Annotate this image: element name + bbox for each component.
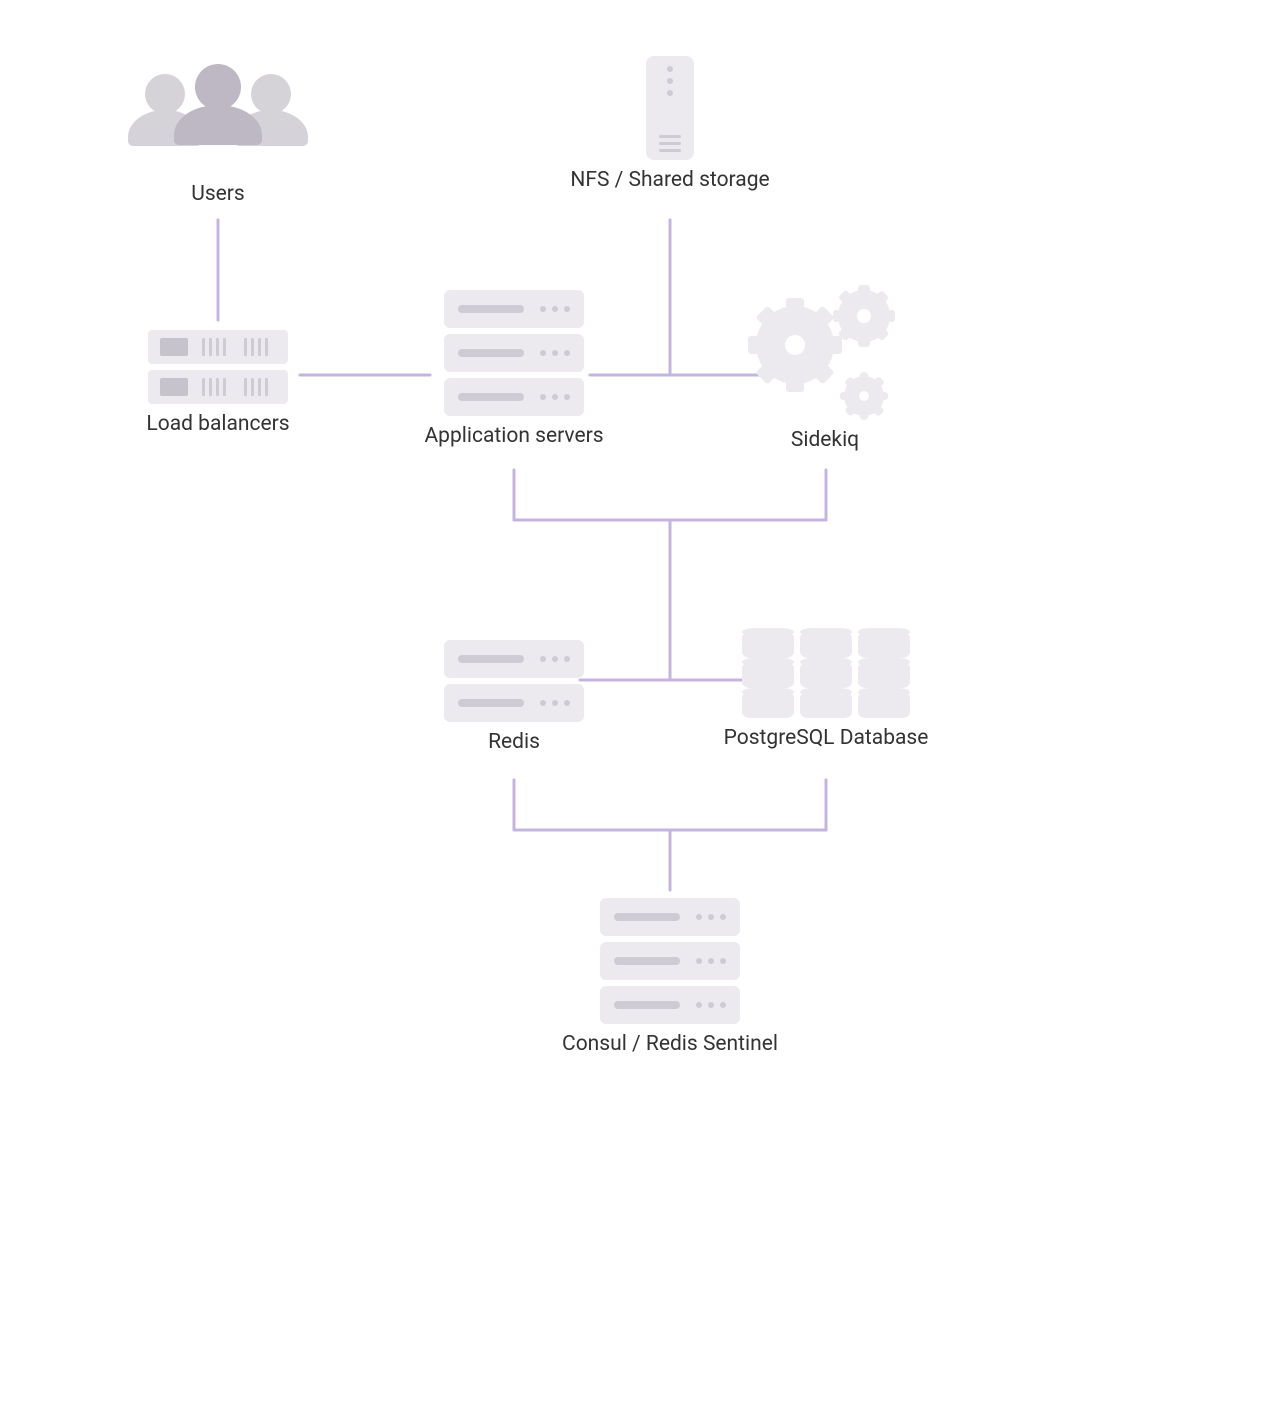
node-load-balancers: Load balancers [148, 330, 288, 436]
database-cluster-icon [742, 632, 910, 718]
label-sidekiq: Sidekiq [791, 428, 859, 452]
server-stack-icon [444, 640, 584, 722]
tower-icon [646, 56, 694, 160]
diagram-connectors [0, 0, 1280, 1408]
node-users: Users [128, 64, 308, 206]
node-app-servers: Application servers [444, 290, 584, 448]
node-consul: Consul / Redis Sentinel [600, 898, 740, 1056]
label-consul: Consul / Redis Sentinel [562, 1032, 778, 1056]
node-postgres: PostgreSQL Database [740, 632, 912, 750]
node-sidekiq: Sidekiq [750, 290, 900, 452]
server-stack-icon [444, 290, 584, 416]
label-postgres: PostgreSQL Database [724, 726, 929, 750]
load-balancer-icon [148, 330, 288, 404]
gears-icon [750, 290, 900, 420]
node-redis: Redis [444, 640, 584, 754]
node-nfs: NFS / Shared storage [560, 56, 780, 192]
label-load-balancers: Load balancers [146, 412, 289, 436]
server-stack-icon [600, 898, 740, 1024]
users-icon [128, 64, 308, 174]
label-redis: Redis [488, 730, 540, 754]
label-app-servers: Application servers [424, 424, 603, 448]
label-nfs: NFS / Shared storage [570, 168, 769, 192]
label-users: Users [191, 182, 245, 206]
